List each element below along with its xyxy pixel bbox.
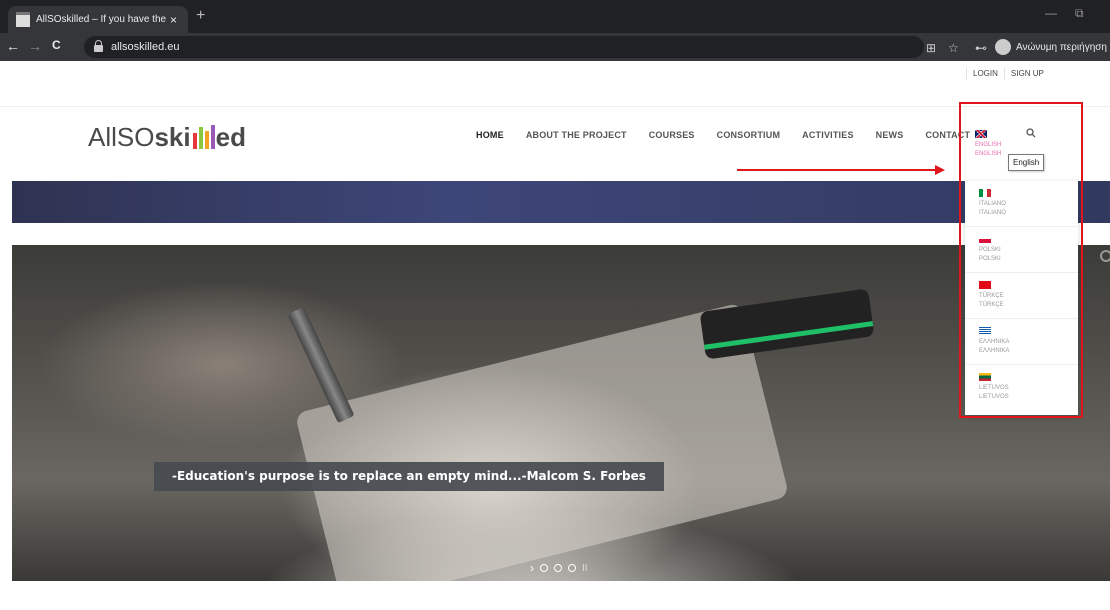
bookmark-star-icon[interactable]: ☆ [948, 41, 959, 55]
new-tab-button[interactable]: + [196, 7, 205, 25]
incognito-indicator[interactable]: Ανώνυμη περιήγηση [995, 36, 1107, 58]
nav-courses[interactable]: COURSES [649, 130, 695, 140]
logo-bars-icon [192, 125, 215, 149]
restore-button[interactable]: ⧉ [1075, 6, 1084, 21]
reload-icon[interactable]: C [52, 38, 61, 52]
slider-controls: › II [530, 561, 588, 575]
back-icon[interactable]: ← [6, 38, 20, 54]
key-icon[interactable]: ⊷ [975, 41, 987, 55]
signup-link[interactable]: SIGN UP [1003, 68, 1050, 80]
slide-dot[interactable] [540, 564, 548, 572]
nav-news[interactable]: NEWS [876, 130, 904, 140]
next-slide-icon[interactable]: › [530, 561, 534, 575]
lock-icon [94, 39, 103, 52]
browser-tabbar: AllSOskilled – If you have the skill × +… [0, 0, 1110, 33]
phone-image [699, 288, 875, 360]
tab-title: AllSOskilled – If you have the skill [36, 14, 166, 25]
nav-consortium[interactable]: CONSORTIUM [717, 130, 781, 140]
logo-text-a: AllSO [88, 122, 155, 152]
annotation-arrow [737, 169, 937, 171]
side-indicator-icon [1100, 250, 1110, 262]
url-text: allsoskilled.eu [111, 41, 180, 53]
top-links: LOGIN SIGN UP [966, 68, 1050, 80]
pen-image [287, 306, 355, 424]
slide-caption: -Education's purpose is to replace an em… [154, 462, 664, 491]
translate-icon[interactable]: ⊞ [926, 41, 936, 55]
pause-icon[interactable]: II [582, 563, 588, 574]
header-banner [12, 181, 1110, 223]
slide-dot[interactable] [554, 564, 562, 572]
favicon-icon [16, 12, 30, 27]
site-logo[interactable]: AllSO ski ed [88, 122, 246, 153]
main-nav: HOME ABOUT THE PROJECT COURSES CONSORTIU… [476, 130, 992, 140]
nav-activities[interactable]: ACTIVITIES [802, 130, 854, 140]
forward-icon[interactable]: → [28, 38, 42, 54]
annotation-box [959, 102, 1083, 418]
tab-close-icon[interactable]: × [170, 13, 177, 27]
nav-about[interactable]: ABOUT THE PROJECT [526, 130, 627, 140]
nav-home[interactable]: HOME [476, 130, 504, 140]
address-bar[interactable]: allsoskilled.eu ⊞ ☆ [84, 36, 959, 58]
slide-dot[interactable] [568, 564, 576, 572]
annotation-arrow-head [935, 165, 945, 175]
incognito-icon [995, 39, 1011, 55]
minimize-button[interactable]: — [1045, 6, 1057, 20]
login-link[interactable]: LOGIN [966, 68, 1004, 80]
browser-toolbar: ← → C allsoskilled.eu ⊞ ☆ ⊷ Ανώνυμη περι… [0, 33, 1110, 61]
incognito-label: Ανώνυμη περιήγηση [1016, 41, 1107, 53]
browser-tab[interactable]: AllSOskilled – If you have the skill × [8, 6, 188, 33]
hero-slider: -Education's purpose is to replace an em… [12, 245, 1110, 581]
logo-text-b: ski [154, 122, 191, 152]
divider [0, 106, 1110, 107]
logo-text-c: ed [215, 122, 246, 152]
